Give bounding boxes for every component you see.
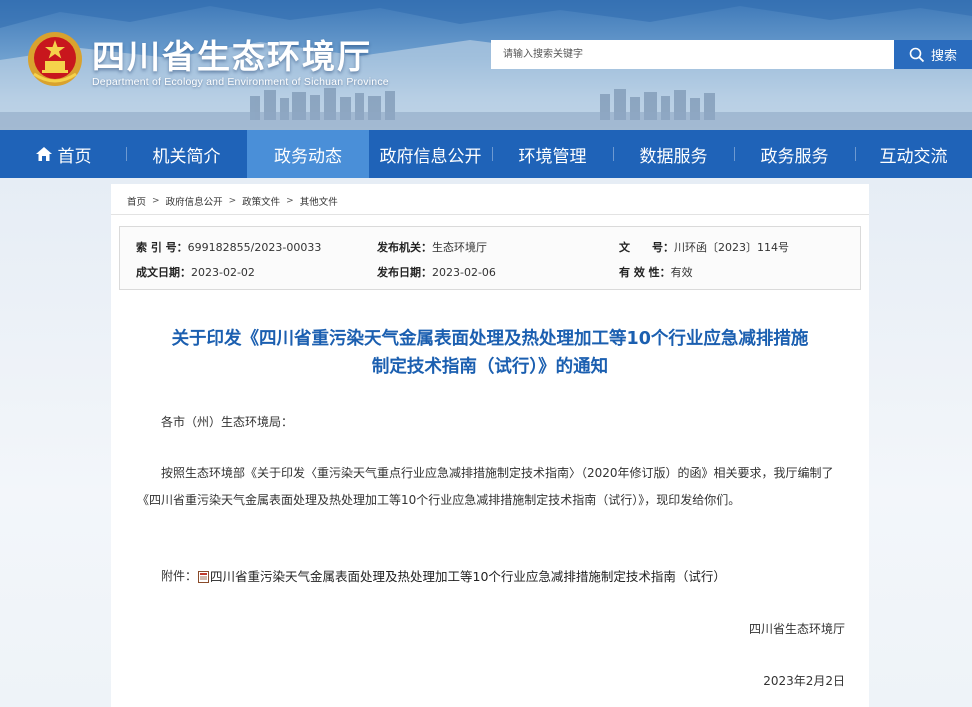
nav-item-home[interactable]: 首页 <box>0 130 126 178</box>
breadcrumb-home[interactable]: 首页 <box>127 194 146 208</box>
meta-docno-value: 川环函〔2023〕114号 <box>674 241 789 254</box>
attachment-row: 附件： 四川省重污染天气金属表面处理及热处理加工等10个行业应急减排措施制定技术… <box>161 566 726 585</box>
meta-org-label: 发布机关： <box>377 241 432 254</box>
nav-item-gov-services[interactable]: 政务服务 <box>734 130 855 178</box>
meta-org: 发布机关：生态环境厅 <box>377 239 487 255</box>
nav-item-label: 政务动态 <box>274 146 342 167</box>
meta-created: 成文日期：2023-02-02 <box>136 264 255 280</box>
content-card: 首页 > 政府信息公开 > 政策文件 > 其他文件 索 引 号：69918285… <box>111 184 869 707</box>
breadcrumb-other-docs[interactable]: 其他文件 <box>300 194 338 208</box>
breadcrumb-separator: > <box>152 196 160 206</box>
nav-item-data-services[interactable]: 数据服务 <box>613 130 734 178</box>
meta-org-value: 生态环境厅 <box>432 241 487 254</box>
breadcrumb: 首页 > 政府信息公开 > 政策文件 > 其他文件 <box>127 194 338 208</box>
search-icon <box>909 47 925 62</box>
meta-docno: 文 号：川环函〔2023〕114号 <box>619 239 789 255</box>
document-date: 2023年2月2日 <box>763 674 845 688</box>
meta-created-label: 成文日期： <box>136 266 191 279</box>
nav-item-label: 环境管理 <box>518 146 587 167</box>
meta-published-value: 2023-02-06 <box>432 266 496 279</box>
meta-validity-label: 有 效 性： <box>619 266 671 279</box>
meta-docno-label: 文 号： <box>619 241 674 254</box>
document-title-line2: 制定技术指南（试行）》的通知 <box>371 357 609 377</box>
attachment-link[interactable]: 四川省重污染天气金属表面处理及热处理加工等10个行业应急减排措施制定技术指南（试… <box>210 566 726 585</box>
document-title: 关于印发《四川省重污染天气金属表面处理及热处理加工等10个行业应急减排措施 制定… <box>111 325 869 381</box>
nav-item-label: 机关简介 <box>152 146 221 167</box>
meta-index: 索 引 号：699182855/2023-00033 <box>136 239 321 255</box>
search-button-label: 搜索 <box>930 49 957 64</box>
main-nav: 首页 机关简介 政务动态 政府信息公开 环境管理 数据服务 政务服务 互动交流 <box>0 130 972 178</box>
meta-published: 发布日期：2023-02-06 <box>377 264 496 280</box>
document-paragraph: 按照生态环境部《关于印发〈重污染天气重点行业应急减排措施制定技术指南〉（2020… <box>137 466 834 507</box>
meta-validity-value: 有效 <box>670 266 693 279</box>
nav-item-about[interactable]: 机关简介 <box>126 130 247 178</box>
document-salutation: 各市（州）生态环境局： <box>161 415 294 429</box>
home-icon <box>35 147 52 161</box>
search-button[interactable]: 搜索 <box>894 40 972 69</box>
document-icon <box>198 570 210 583</box>
meta-index-value: 699182855/2023-00033 <box>187 241 322 254</box>
breadcrumb-info-disclosure[interactable]: 政府信息公开 <box>166 194 223 208</box>
meta-created-value: 2023-02-02 <box>191 266 255 279</box>
header-banner: 四川省生态环境厅 Department of Ecology and Envir… <box>0 0 972 130</box>
meta-published-label: 发布日期： <box>377 266 432 279</box>
site-subtitle: Department of Ecology and Environment of… <box>92 76 389 88</box>
document-title-line1: 关于印发《四川省重污染天气金属表面处理及热处理加工等10个行业应急减排措施 <box>171 329 809 349</box>
breadcrumb-separator: > <box>228 196 237 206</box>
nav-item-label: 互动交流 <box>879 146 948 167</box>
nav-item-label: 首页 <box>57 146 92 167</box>
meta-validity: 有 效 性：有效 <box>619 264 693 280</box>
nav-item-news[interactable]: 政务动态 <box>247 130 369 178</box>
nav-item-label: 数据服务 <box>639 146 708 167</box>
search-input[interactable] <box>491 40 894 69</box>
document-signature: 四川省生态环境厅 <box>748 622 845 636</box>
meta-index-label: 索 引 号： <box>136 241 188 254</box>
national-emblem-icon <box>28 32 82 86</box>
breadcrumb-separator: > <box>286 196 294 206</box>
nav-item-interaction[interactable]: 互动交流 <box>855 130 972 178</box>
attachment-label: 附件： <box>161 569 198 583</box>
nav-item-label: 政务服务 <box>760 146 829 167</box>
nav-item-label: 政府信息公开 <box>379 146 482 167</box>
site-title: 四川省生态环境厅 <box>92 37 372 76</box>
nav-item-info-disclosure[interactable]: 政府信息公开 <box>369 130 492 178</box>
breadcrumb-policy-docs[interactable]: 政策文件 <box>242 194 280 208</box>
nav-item-environment[interactable]: 环境管理 <box>492 130 613 178</box>
divider <box>111 214 869 215</box>
document-metadata: 索 引 号：699182855/2023-00033 发布机关：生态环境厅 文 … <box>119 226 861 290</box>
